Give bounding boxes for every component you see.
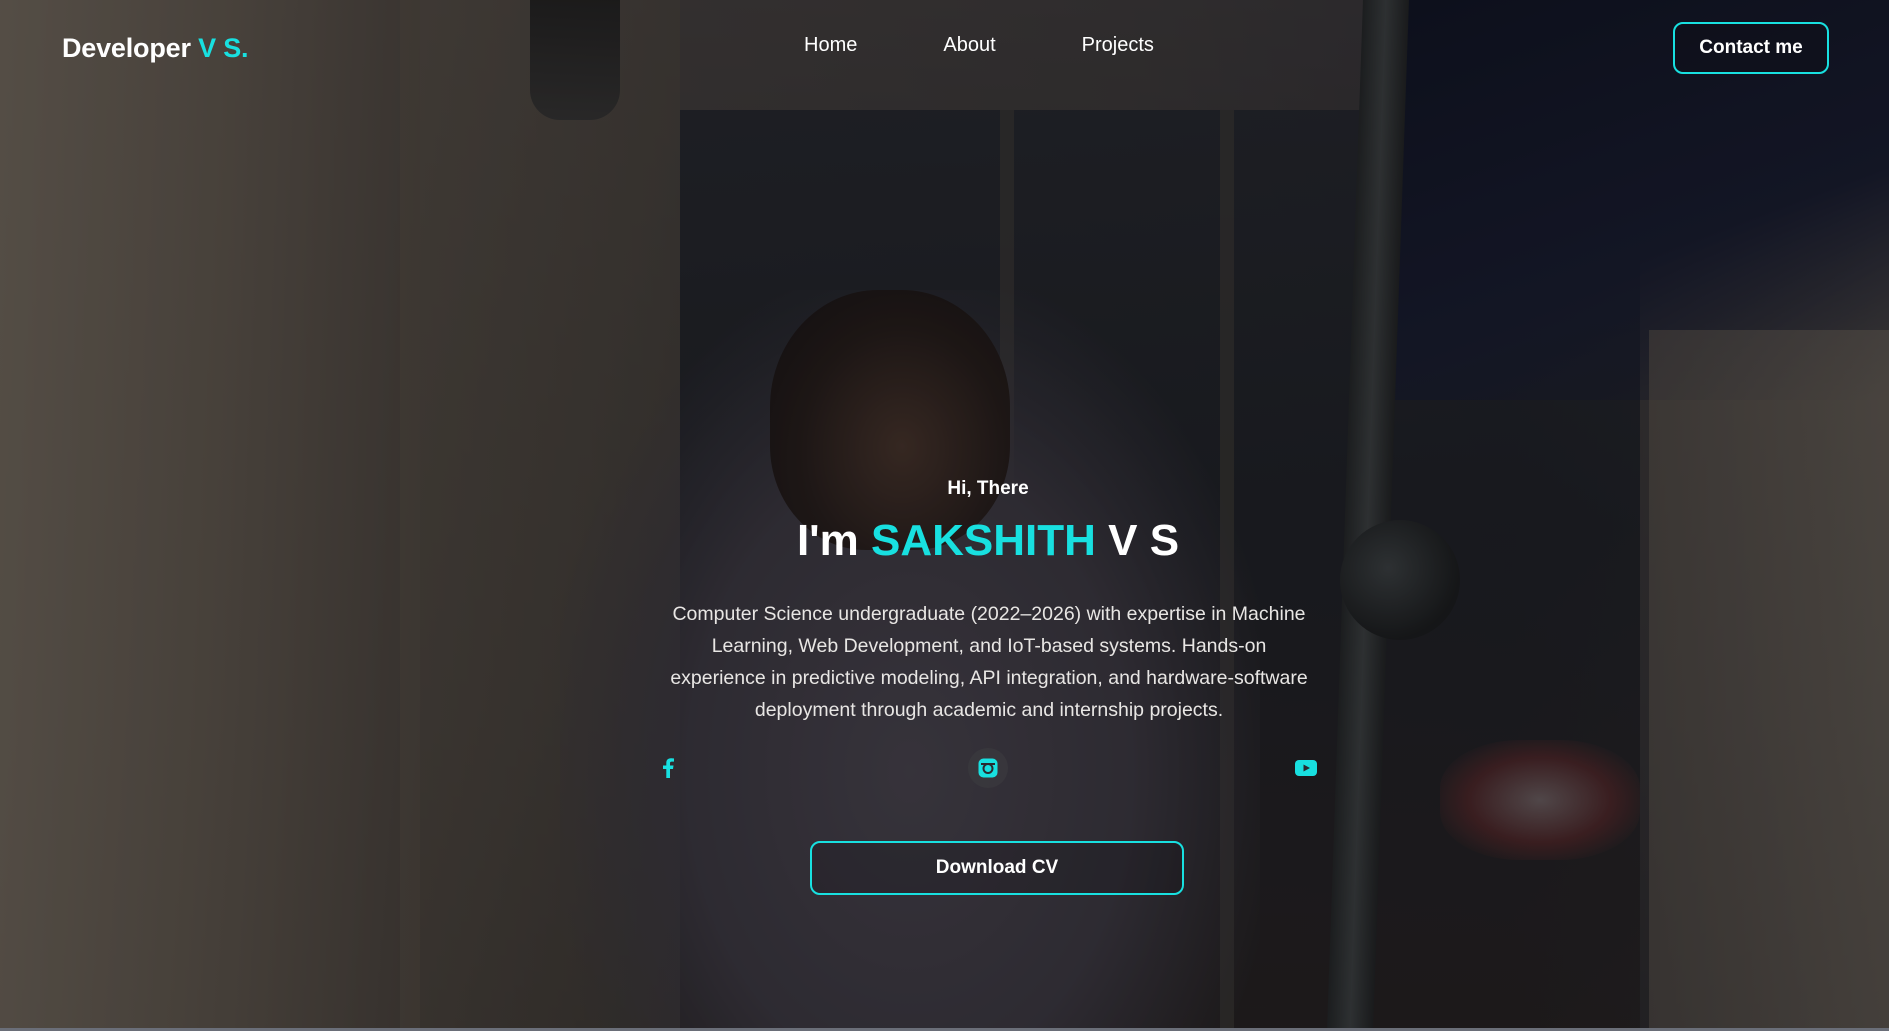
hero-greeting: Hi, There (947, 478, 1029, 499)
title-initials: V S (1108, 516, 1180, 565)
hero-section: Hi, There I'm SAKSHITH V S Computer Scie… (0, 0, 1889, 1031)
title-prefix: I'm (796, 516, 859, 565)
title-first-name: SAKSHITH (870, 516, 1096, 565)
main-nav: Home About Projects (804, 34, 1154, 57)
nav-projects-link[interactable]: Projects (1082, 34, 1154, 57)
hero-title: I'm SAKSHITH V S (0, 516, 1889, 566)
facebook-link[interactable] (648, 748, 688, 788)
contact-me-button[interactable]: Contact me (1673, 22, 1829, 74)
nav-about-link[interactable]: About (943, 34, 995, 57)
instagram-icon (978, 758, 998, 778)
logo-accent-text: V S. (198, 32, 249, 63)
facebook-icon (663, 758, 674, 778)
hero-description: Computer Science undergraduate (2022–202… (670, 603, 1308, 721)
site-logo[interactable]: Developer V S. (62, 32, 249, 64)
nav-home-link[interactable]: Home (804, 34, 857, 57)
download-cv-button[interactable]: Download CV (810, 841, 1184, 895)
logo-main-text: Developer (62, 32, 191, 63)
youtube-icon (1295, 760, 1317, 776)
instagram-link[interactable] (968, 748, 1008, 788)
social-links (0, 748, 1889, 788)
youtube-link[interactable] (1286, 748, 1326, 788)
site-header: Developer V S. Home About Projects Conta… (0, 0, 1889, 96)
